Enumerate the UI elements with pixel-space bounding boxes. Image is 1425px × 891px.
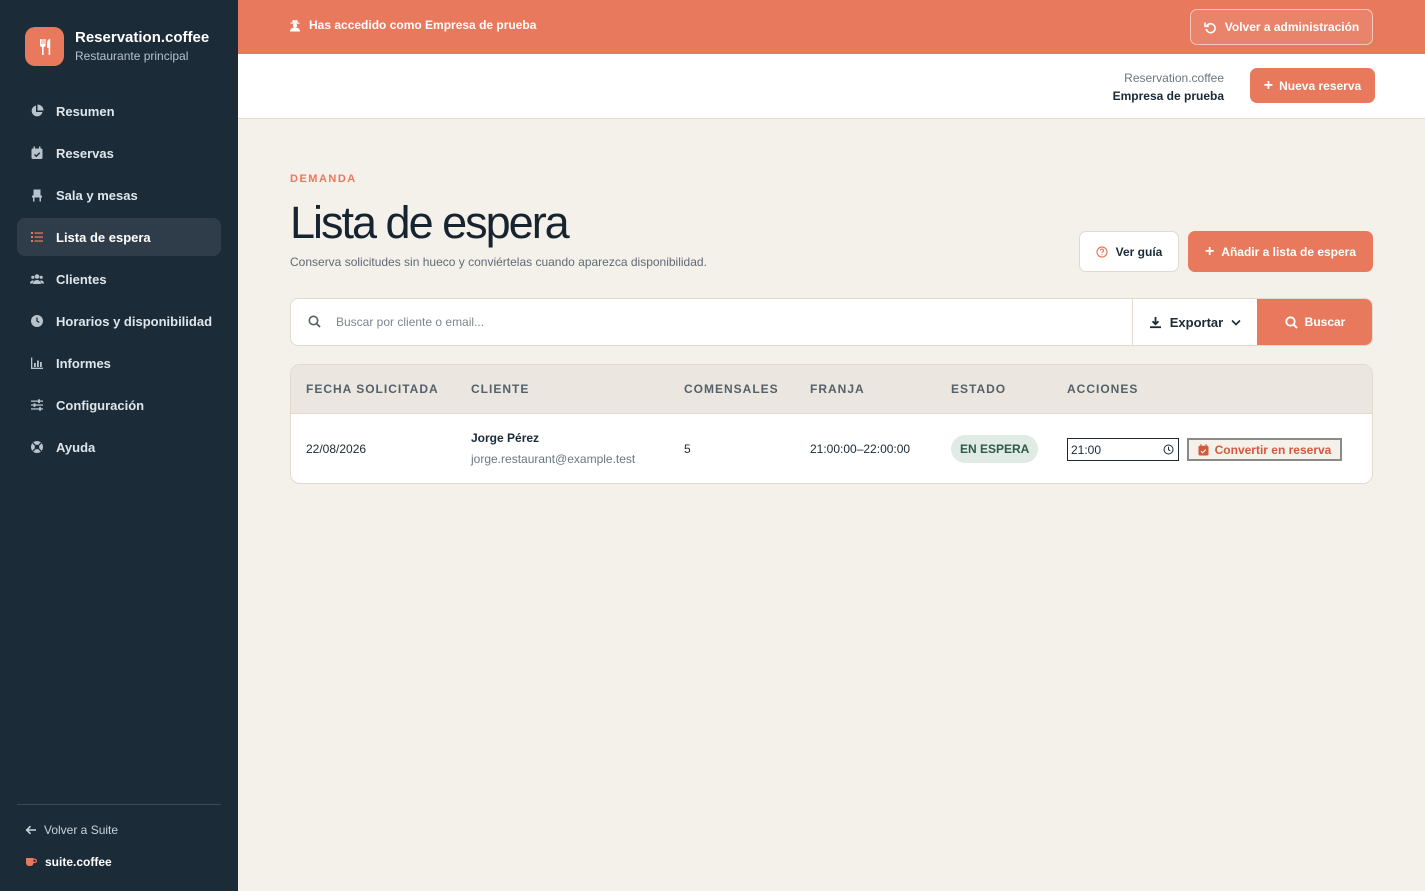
org-app-name: Reservation.coffee <box>1124 71 1224 85</box>
users-icon <box>30 272 44 286</box>
banner-text: Has accedido como Empresa de prueba <box>309 18 537 32</box>
column-header-status: ESTADO <box>951 382 1007 396</box>
calendar-check-icon <box>30 146 44 160</box>
page-eyebrow: DEMANDA <box>290 173 357 185</box>
column-header-guests: COMENSALES <box>684 382 779 396</box>
plus-icon: + <box>1263 76 1274 94</box>
sidebar: Reservation.coffee Restaurante principal… <box>0 0 238 891</box>
plus-icon: + <box>1204 242 1215 260</box>
convert-to-reservation-button[interactable]: Convertir en reserva <box>1187 438 1342 461</box>
time-slot: 21:00:00–22:00:00 <box>810 442 911 456</box>
user-secret-icon <box>290 19 300 31</box>
lifebuoy-icon <box>30 440 44 454</box>
sidebar-item-informes[interactable]: Informes <box>17 344 221 382</box>
sidebar-item-ayuda[interactable]: Ayuda <box>17 428 221 466</box>
export-dropdown[interactable]: Exportar <box>1132 299 1257 345</box>
page-title: Lista de espera <box>290 197 570 248</box>
clock-icon <box>30 314 44 328</box>
help-circle-icon <box>1096 245 1108 258</box>
chevron-down-icon <box>1231 319 1241 326</box>
time-input[interactable]: 21:00 <box>1067 438 1179 461</box>
back-to-admin-button[interactable]: Volver a administración <box>1190 9 1373 45</box>
export-label: Exportar <box>1169 314 1224 330</box>
convert-to-reservation-label: Convertir en reserva <box>1214 442 1332 457</box>
time-input-value: 21:00 <box>1071 442 1102 457</box>
add-to-waitlist-button[interactable]: + Añadir a lista de espera <box>1188 231 1373 272</box>
top-header: Reservation.coffee Empresa de prueba + N… <box>238 54 1425 119</box>
suite-brand-label: suite.coffee <box>45 855 112 869</box>
coffee-cup-icon <box>26 858 37 866</box>
sidebar-item-label: Ayuda <box>56 439 96 455</box>
calendar-check-icon <box>1198 443 1209 455</box>
sidebar-item-configuracion[interactable]: Configuración <box>17 386 221 424</box>
sidebar-item-reservas[interactable]: Reservas <box>17 134 221 172</box>
sidebar-item-sala-y-mesas[interactable]: Sala y mesas <box>17 176 221 214</box>
status-badge: EN ESPERA <box>951 435 1039 463</box>
chair-icon <box>30 188 44 202</box>
view-guide-label: Ver guía <box>1115 244 1163 259</box>
arrow-left-icon <box>25 825 36 835</box>
sidebar-divider <box>17 804 221 805</box>
sidebar-item-lista-de-espera[interactable]: Lista de espera <box>17 218 221 256</box>
bar-chart-icon <box>30 356 44 370</box>
utensils-icon <box>25 27 64 66</box>
undo-icon <box>1203 22 1216 33</box>
sliders-icon <box>30 398 44 412</box>
sidebar-item-label: Informes <box>56 355 111 371</box>
organization-info: Reservation.coffee Empresa de prueba <box>1113 69 1224 105</box>
search-icon <box>308 315 321 333</box>
column-header-client: CLIENTE <box>471 382 530 396</box>
org-company-name: Empresa de prueba <box>1112 89 1224 103</box>
view-guide-button[interactable]: Ver guía <box>1079 231 1179 272</box>
waitlist-table: FECHA SOLICITADA CLIENTE COMENSALES FRAN… <box>290 364 1373 484</box>
sidebar-item-label: Resumen <box>56 103 115 119</box>
new-reservation-button[interactable]: + Nueva reserva <box>1250 68 1375 103</box>
sidebar-item-label: Configuración <box>56 397 145 413</box>
sidebar-item-resumen[interactable]: Resumen <box>17 92 221 130</box>
sidebar-item-label: Horarios y disponibilidad <box>56 313 213 329</box>
back-to-suite-link[interactable]: Volver a Suite <box>25 823 118 837</box>
page-subtitle: Conserva solicitudes sin hueco y conviér… <box>290 255 707 269</box>
search-bar: Exportar Buscar <box>290 298 1373 346</box>
impersonation-banner: Has accedido como Empresa de prueba Volv… <box>238 0 1425 54</box>
column-header-slot: FRANJA <box>810 382 865 396</box>
sidebar-nav: Resumen Reservas Sala y mesas Lista de e… <box>17 92 221 470</box>
search-button-label: Buscar <box>1304 315 1346 329</box>
brand[interactable]: Reservation.coffee Restaurante principal <box>25 27 209 66</box>
brand-subtitle: Restaurante principal <box>75 48 189 63</box>
back-to-admin-label: Volver a administración <box>1224 20 1360 34</box>
client-email: jorge.restaurant@example.test <box>471 452 636 466</box>
client-name: Jorge Pérez <box>471 431 540 445</box>
pie-chart-icon <box>30 104 44 118</box>
back-to-suite-label: Volver a Suite <box>44 823 119 837</box>
download-icon <box>1149 316 1161 328</box>
requested-date: 22/08/2026 <box>306 442 367 456</box>
list-icon <box>30 230 44 244</box>
brand-name: Reservation.coffee <box>75 28 210 46</box>
search-icon <box>1285 315 1298 329</box>
clock-icon <box>1163 444 1174 455</box>
sidebar-item-clientes[interactable]: Clientes <box>17 260 221 298</box>
sidebar-item-label: Lista de espera <box>56 229 151 245</box>
sidebar-item-label: Reservas <box>56 145 114 161</box>
guest-count: 5 <box>684 442 691 456</box>
sidebar-item-label: Clientes <box>56 271 107 287</box>
search-button[interactable]: Buscar <box>1257 299 1372 345</box>
add-to-waitlist-label: Añadir a lista de espera <box>1221 244 1357 259</box>
sidebar-item-horarios[interactable]: Horarios y disponibilidad <box>17 302 221 340</box>
column-header-date: FECHA SOLICITADA <box>306 382 439 396</box>
column-header-actions: ACCIONES <box>1067 382 1139 396</box>
banner-message: Has accedido como Empresa de prueba <box>289 18 536 32</box>
sidebar-item-label: Sala y mesas <box>56 187 138 203</box>
search-input[interactable] <box>336 299 1126 345</box>
suite-brand: suite.coffee <box>25 855 112 869</box>
new-reservation-label: Nueva reserva <box>1279 78 1362 93</box>
table-header: FECHA SOLICITADA CLIENTE COMENSALES FRAN… <box>291 365 1372 414</box>
